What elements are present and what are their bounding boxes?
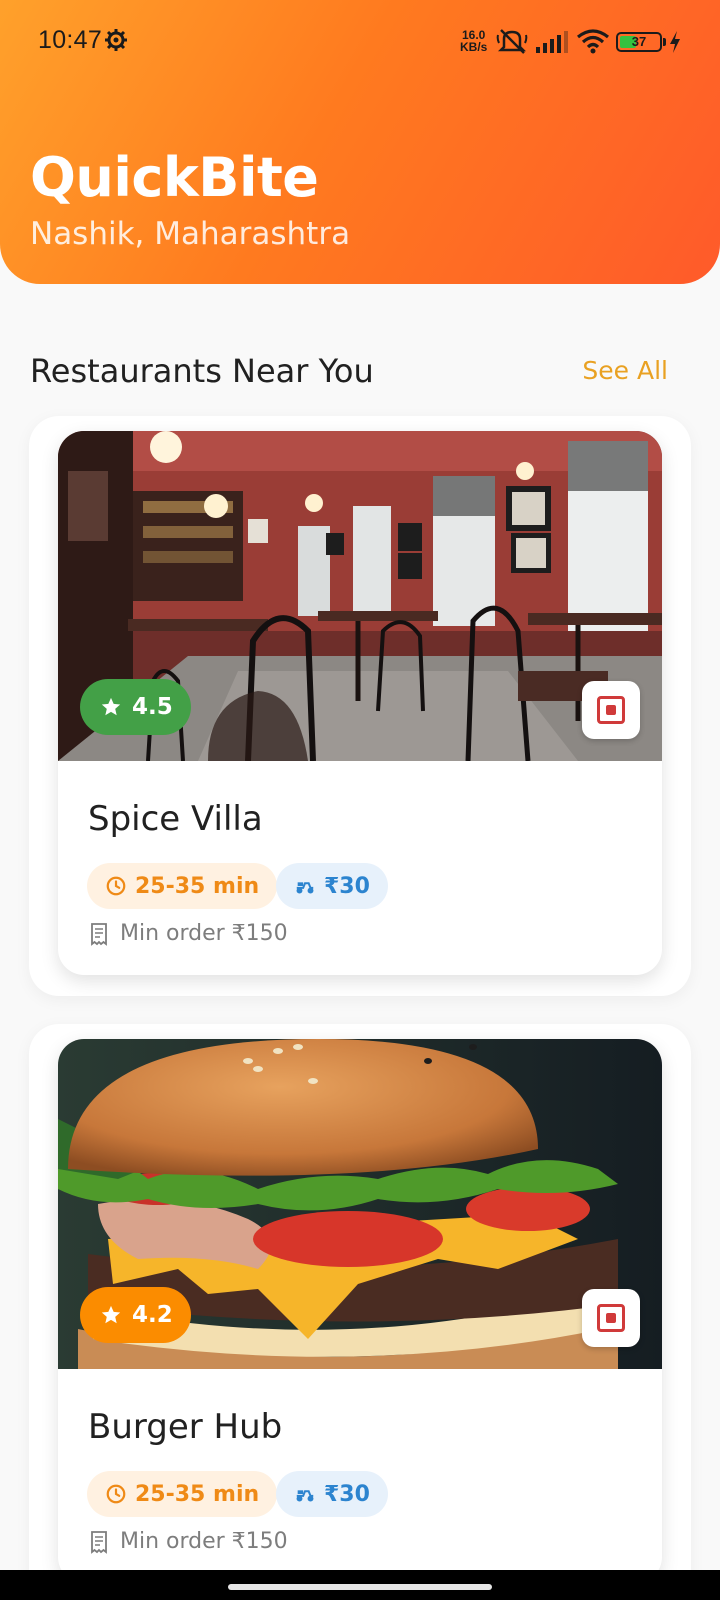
location-label[interactable]: Nashik, Maharashtra xyxy=(30,216,350,252)
status-bar: 10:47 16.0 KB/s 37 xyxy=(0,0,720,84)
delivery-time: 25-35 min xyxy=(135,873,260,899)
charging-icon xyxy=(670,31,680,53)
rating-badge: 4.2 xyxy=(80,1287,191,1343)
wifi-icon xyxy=(577,29,609,54)
home-gesture-handle[interactable] xyxy=(228,1584,492,1590)
battery-level: 37 xyxy=(631,34,647,49)
app-header: 10:47 16.0 KB/s 37 QuickBite Nashik, Mah… xyxy=(0,0,720,284)
restaurant-card-container: 4.5 Spice Villa 25-35 min ₹30 Min order … xyxy=(29,416,691,996)
delivery-time: 25-35 min xyxy=(135,1481,260,1507)
rating-badge: 4.5 xyxy=(80,679,191,735)
clock-icon xyxy=(106,876,126,896)
restaurant-image: 4.5 xyxy=(58,431,662,761)
see-all-link[interactable]: See All xyxy=(582,356,668,385)
rating-value: 4.2 xyxy=(132,1302,173,1328)
delivery-fee: ₹30 xyxy=(324,1481,370,1507)
non-veg-indicator-icon xyxy=(582,1289,640,1347)
status-time: 10:47 xyxy=(38,26,103,54)
restaurant-name: Burger Hub xyxy=(88,1407,283,1447)
scooter-icon xyxy=(296,882,314,894)
restaurant-card-burger-hub[interactable]: 4.2 Burger Hub 25-35 min ₹30 Min order ₹… xyxy=(58,1039,662,1583)
app-title: QuickBite xyxy=(30,146,319,209)
star-icon xyxy=(101,697,121,716)
clock-icon xyxy=(106,1484,126,1504)
min-order-text: Min order ₹150 xyxy=(120,1529,288,1554)
delivery-time-chip: 25-35 min xyxy=(87,863,278,909)
delivery-fee-chip: ₹30 xyxy=(276,863,388,909)
non-veg-indicator-icon xyxy=(582,681,640,739)
delivery-time-chip: 25-35 min xyxy=(87,1471,278,1517)
restaurant-card-container: 4.2 Burger Hub 25-35 min ₹30 Min order ₹… xyxy=(29,1024,691,1600)
restaurant-name: Spice Villa xyxy=(88,799,263,839)
restaurant-image: 4.2 xyxy=(58,1039,662,1369)
network-speed: 16.0 KB/s xyxy=(460,29,487,53)
rating-value: 4.5 xyxy=(132,694,173,720)
signal-icon xyxy=(536,31,568,53)
min-order: Min order ₹150 xyxy=(88,921,288,946)
restaurant-card-spice-villa[interactable]: 4.5 Spice Villa 25-35 min ₹30 Min order … xyxy=(58,431,662,975)
delivery-fee: ₹30 xyxy=(324,873,370,899)
scooter-icon xyxy=(296,1490,314,1502)
delivery-fee-chip: ₹30 xyxy=(276,1471,388,1517)
gear-icon xyxy=(105,29,127,51)
mute-icon xyxy=(496,29,528,54)
section-title: Restaurants Near You xyxy=(30,352,374,390)
battery-cap xyxy=(663,38,666,46)
min-order: Min order ₹150 xyxy=(88,1529,288,1554)
min-order-text: Min order ₹150 xyxy=(120,921,288,946)
receipt-icon xyxy=(91,1530,107,1554)
receipt-icon xyxy=(91,922,107,946)
network-speed-unit: KB/s xyxy=(460,40,488,54)
star-icon xyxy=(101,1305,121,1324)
battery-icon: 37 xyxy=(616,32,662,52)
